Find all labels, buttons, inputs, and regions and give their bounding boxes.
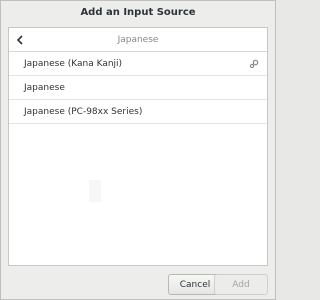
search-query[interactable]: Japanese (9, 35, 267, 45)
gear-icon[interactable] (249, 59, 259, 69)
list-item-label: Japanese (PC-98xx Series) (24, 106, 143, 117)
back-button[interactable] (11, 30, 29, 48)
add-button[interactable]: Add (214, 274, 268, 295)
list-item-label: Japanese (Kana Kanji) (24, 58, 123, 69)
list-item-label: Japanese (24, 82, 65, 93)
list-item-japanese-kana-kanji[interactable]: Japanese (Kana Kanji) (9, 52, 267, 76)
list-item-japanese[interactable]: Japanese (9, 76, 267, 100)
dialog-title: Add an Input Source (80, 6, 196, 18)
list-item-japanese-pc98xx[interactable]: Japanese (PC-98xx Series) (9, 100, 267, 124)
chevron-left-icon (16, 30, 24, 49)
blank-placeholder (89, 180, 101, 202)
search-bar: Japanese (9, 28, 267, 52)
input-source-panel: Japanese Japanese (Kana Kanji) Japanese … (8, 27, 268, 266)
add-input-source-dialog: Add an Input Source Japanese Japanese (K… (0, 0, 276, 300)
